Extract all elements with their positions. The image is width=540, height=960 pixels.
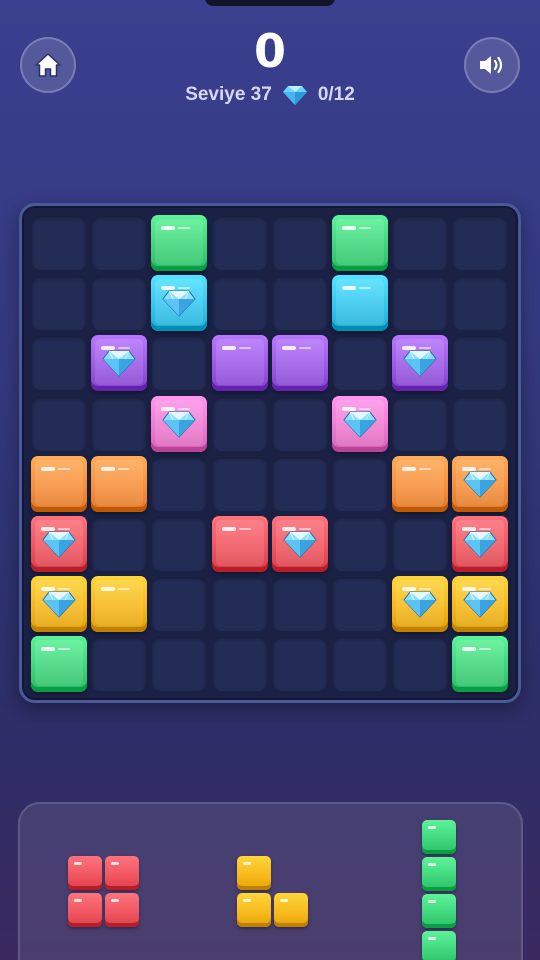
red-mini-block (68, 856, 102, 890)
diamond-icon (463, 471, 498, 498)
cyan-block-with-gem (151, 275, 208, 332)
empty-cell[interactable] (333, 637, 387, 692)
diamond-icon (42, 591, 76, 618)
empty-cell[interactable] (152, 637, 207, 692)
device-notch (205, 0, 335, 6)
diamond-icon (343, 411, 377, 438)
empty-cell[interactable] (32, 336, 86, 391)
empty-cell[interactable] (212, 637, 267, 692)
empty-cell[interactable] (333, 456, 387, 511)
orange-block (392, 455, 449, 512)
level-info: Seviye 37 0/12 (0, 84, 540, 106)
pink-block-with-gem (151, 395, 208, 452)
empty-cell[interactable] (212, 276, 267, 331)
piece-tray (18, 802, 523, 960)
empty-cell[interactable] (32, 276, 86, 331)
red-mini-block (105, 856, 139, 890)
empty-cell[interactable] (212, 396, 267, 451)
yellow-block-with-gem (392, 576, 449, 633)
purple-block-with-gem (91, 335, 148, 392)
empty-cell[interactable] (453, 396, 508, 451)
orange-block-with-gem (452, 455, 509, 512)
empty-cell[interactable] (333, 517, 387, 571)
empty-cell[interactable] (333, 577, 387, 632)
empty-cell[interactable] (393, 396, 448, 451)
speaker-icon (480, 56, 503, 74)
game-board[interactable] (19, 203, 521, 703)
empty-cell[interactable] (212, 216, 267, 270)
yellow-mini-block (237, 893, 271, 927)
red-mini-block (105, 893, 139, 927)
red-block-with-gem (452, 516, 509, 572)
empty-cell[interactable] (393, 276, 448, 331)
yellow-mini-block (274, 893, 308, 927)
empty-cell[interactable] (393, 216, 448, 270)
red-block-with-gem (271, 516, 328, 572)
empty-cell[interactable] (272, 637, 327, 692)
purple-block (271, 335, 328, 392)
empty-cell[interactable] (393, 637, 448, 692)
empty-cell[interactable] (453, 276, 508, 331)
diamond-icon (42, 531, 76, 558)
empty-cell[interactable] (92, 216, 147, 270)
empty-cell[interactable] (333, 336, 387, 391)
green-block (452, 636, 509, 693)
red-mini-block (68, 893, 102, 927)
green-block (151, 215, 208, 271)
diamond-icon (403, 350, 437, 378)
diamond-icon (283, 531, 317, 558)
sound-button[interactable] (464, 37, 520, 93)
red-block (211, 516, 268, 572)
yellow-mini-block (237, 856, 271, 890)
empty-cell[interactable] (272, 396, 327, 451)
empty-cell[interactable] (212, 456, 267, 511)
diamond-icon (463, 591, 498, 618)
score-value: 0 (253, 24, 286, 78)
empty-cell[interactable] (272, 216, 327, 270)
yellow-block-with-gem (31, 576, 87, 633)
empty-cell[interactable] (152, 456, 207, 511)
gem-progress: 0/12 (317, 84, 355, 105)
empty-cell[interactable] (272, 276, 327, 331)
yellow-block-with-gem (452, 576, 509, 633)
orange-block (91, 455, 148, 512)
pink-block-with-gem (332, 395, 388, 452)
diamond-icon (162, 411, 197, 438)
orange-block (31, 455, 87, 512)
cyan-block (332, 275, 388, 332)
empty-cell[interactable] (92, 517, 147, 571)
green-mini-block (422, 931, 456, 960)
diamond-icon (162, 290, 197, 317)
diamond-icon (102, 350, 136, 378)
yellow-block (91, 576, 148, 633)
empty-cell[interactable] (152, 577, 207, 632)
purple-block-with-gem (392, 335, 449, 392)
green-mini-block (422, 894, 456, 928)
green-mini-block (422, 857, 456, 891)
purple-block (211, 335, 268, 392)
empty-cell[interactable] (152, 517, 207, 571)
empty-cell[interactable] (152, 336, 207, 391)
empty-cell[interactable] (393, 517, 448, 571)
level-label: Seviye 37 (185, 84, 272, 105)
green-block (332, 215, 388, 271)
green-block (31, 636, 87, 693)
diamond-icon (463, 531, 498, 558)
empty-cell[interactable] (32, 216, 86, 270)
red-block-with-gem (31, 516, 87, 572)
empty-cell[interactable] (453, 336, 508, 391)
empty-cell[interactable] (32, 396, 86, 451)
empty-cell[interactable] (272, 456, 327, 511)
empty-cell[interactable] (92, 276, 147, 331)
empty-cell[interactable] (453, 216, 508, 270)
empty-cell[interactable] (92, 637, 147, 692)
empty-cell[interactable] (212, 577, 267, 632)
empty-cell[interactable] (272, 577, 327, 632)
green-mini-block (422, 820, 456, 854)
diamond-icon (282, 86, 307, 105)
empty-cell[interactable] (92, 396, 147, 451)
diamond-icon (403, 591, 437, 618)
